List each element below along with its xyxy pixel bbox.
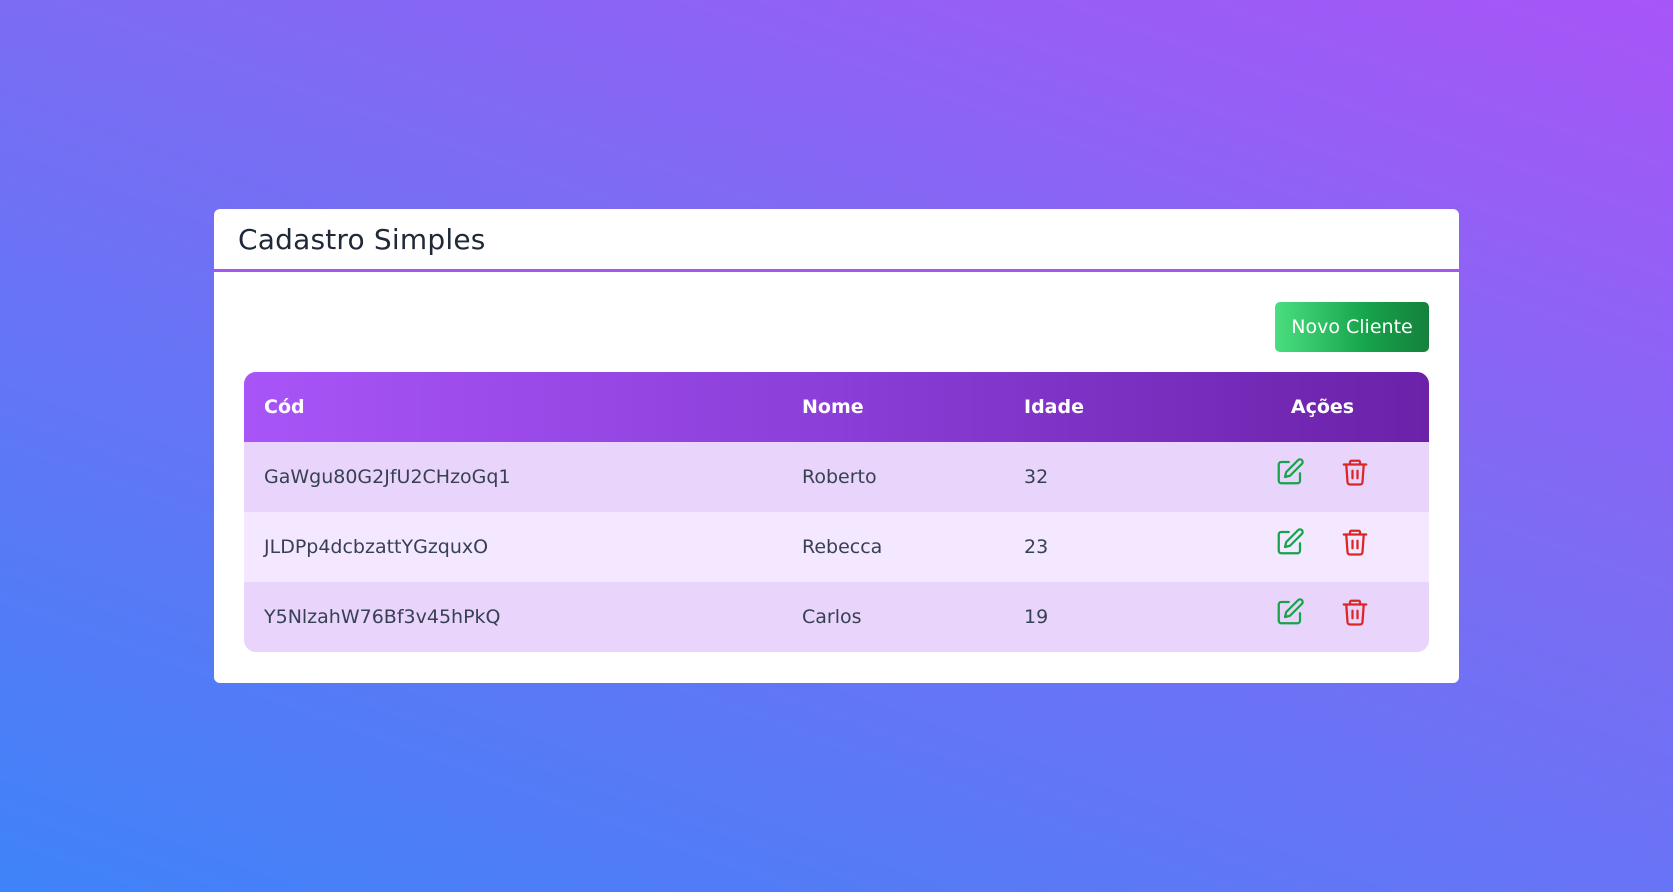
- table-header-row: Cód Nome Idade Ações: [244, 372, 1429, 442]
- column-header-age: Idade: [1024, 396, 1084, 418]
- cell-age: 19: [1024, 606, 1049, 628]
- cell-name: Rebecca: [802, 536, 883, 558]
- column-header-code: Cód: [264, 396, 305, 418]
- table-row: JLDPp4dcbzattYGzquxO Rebecca 23: [244, 512, 1429, 582]
- cell-actions: [1216, 442, 1429, 512]
- column-header-name: Nome: [802, 396, 864, 418]
- clients-table: Cód Nome Idade Ações GaWgu80G2JfU2CHzoGq…: [244, 372, 1429, 652]
- cell-code: GaWgu80G2JfU2CHzoGq1: [264, 466, 511, 488]
- cell-actions: [1216, 512, 1429, 582]
- cell-code: Y5NlzahW76Bf3v45hPkQ: [264, 606, 501, 628]
- trash-icon[interactable]: [1340, 527, 1370, 557]
- card-header: Cadastro Simples: [214, 209, 1459, 272]
- edit-icon[interactable]: [1275, 597, 1305, 627]
- trash-icon[interactable]: [1340, 457, 1370, 487]
- column-header-actions: Ações: [1290, 396, 1355, 418]
- edit-icon[interactable]: [1275, 457, 1305, 487]
- cell-age: 23: [1024, 536, 1049, 558]
- table-row: GaWgu80G2JfU2CHzoGq1 Roberto 32: [244, 442, 1429, 512]
- cell-name: Carlos: [802, 606, 862, 628]
- cell-age: 32: [1024, 466, 1049, 488]
- page-title: Cadastro Simples: [238, 222, 486, 256]
- table-row: Y5NlzahW76Bf3v45hPkQ Carlos 19: [244, 582, 1429, 652]
- toolbar: Novo Cliente: [244, 302, 1429, 352]
- cell-name: Roberto: [802, 466, 877, 488]
- client-card: Cadastro Simples Novo Cliente Cód Nome I…: [214, 209, 1459, 683]
- cell-actions: [1216, 582, 1429, 652]
- new-client-button[interactable]: Novo Cliente: [1275, 302, 1429, 352]
- trash-icon[interactable]: [1340, 597, 1370, 627]
- card-body: Novo Cliente Cód Nome Idade Ações GaWgu8…: [214, 272, 1459, 682]
- edit-icon[interactable]: [1275, 527, 1305, 557]
- cell-code: JLDPp4dcbzattYGzquxO: [264, 536, 489, 558]
